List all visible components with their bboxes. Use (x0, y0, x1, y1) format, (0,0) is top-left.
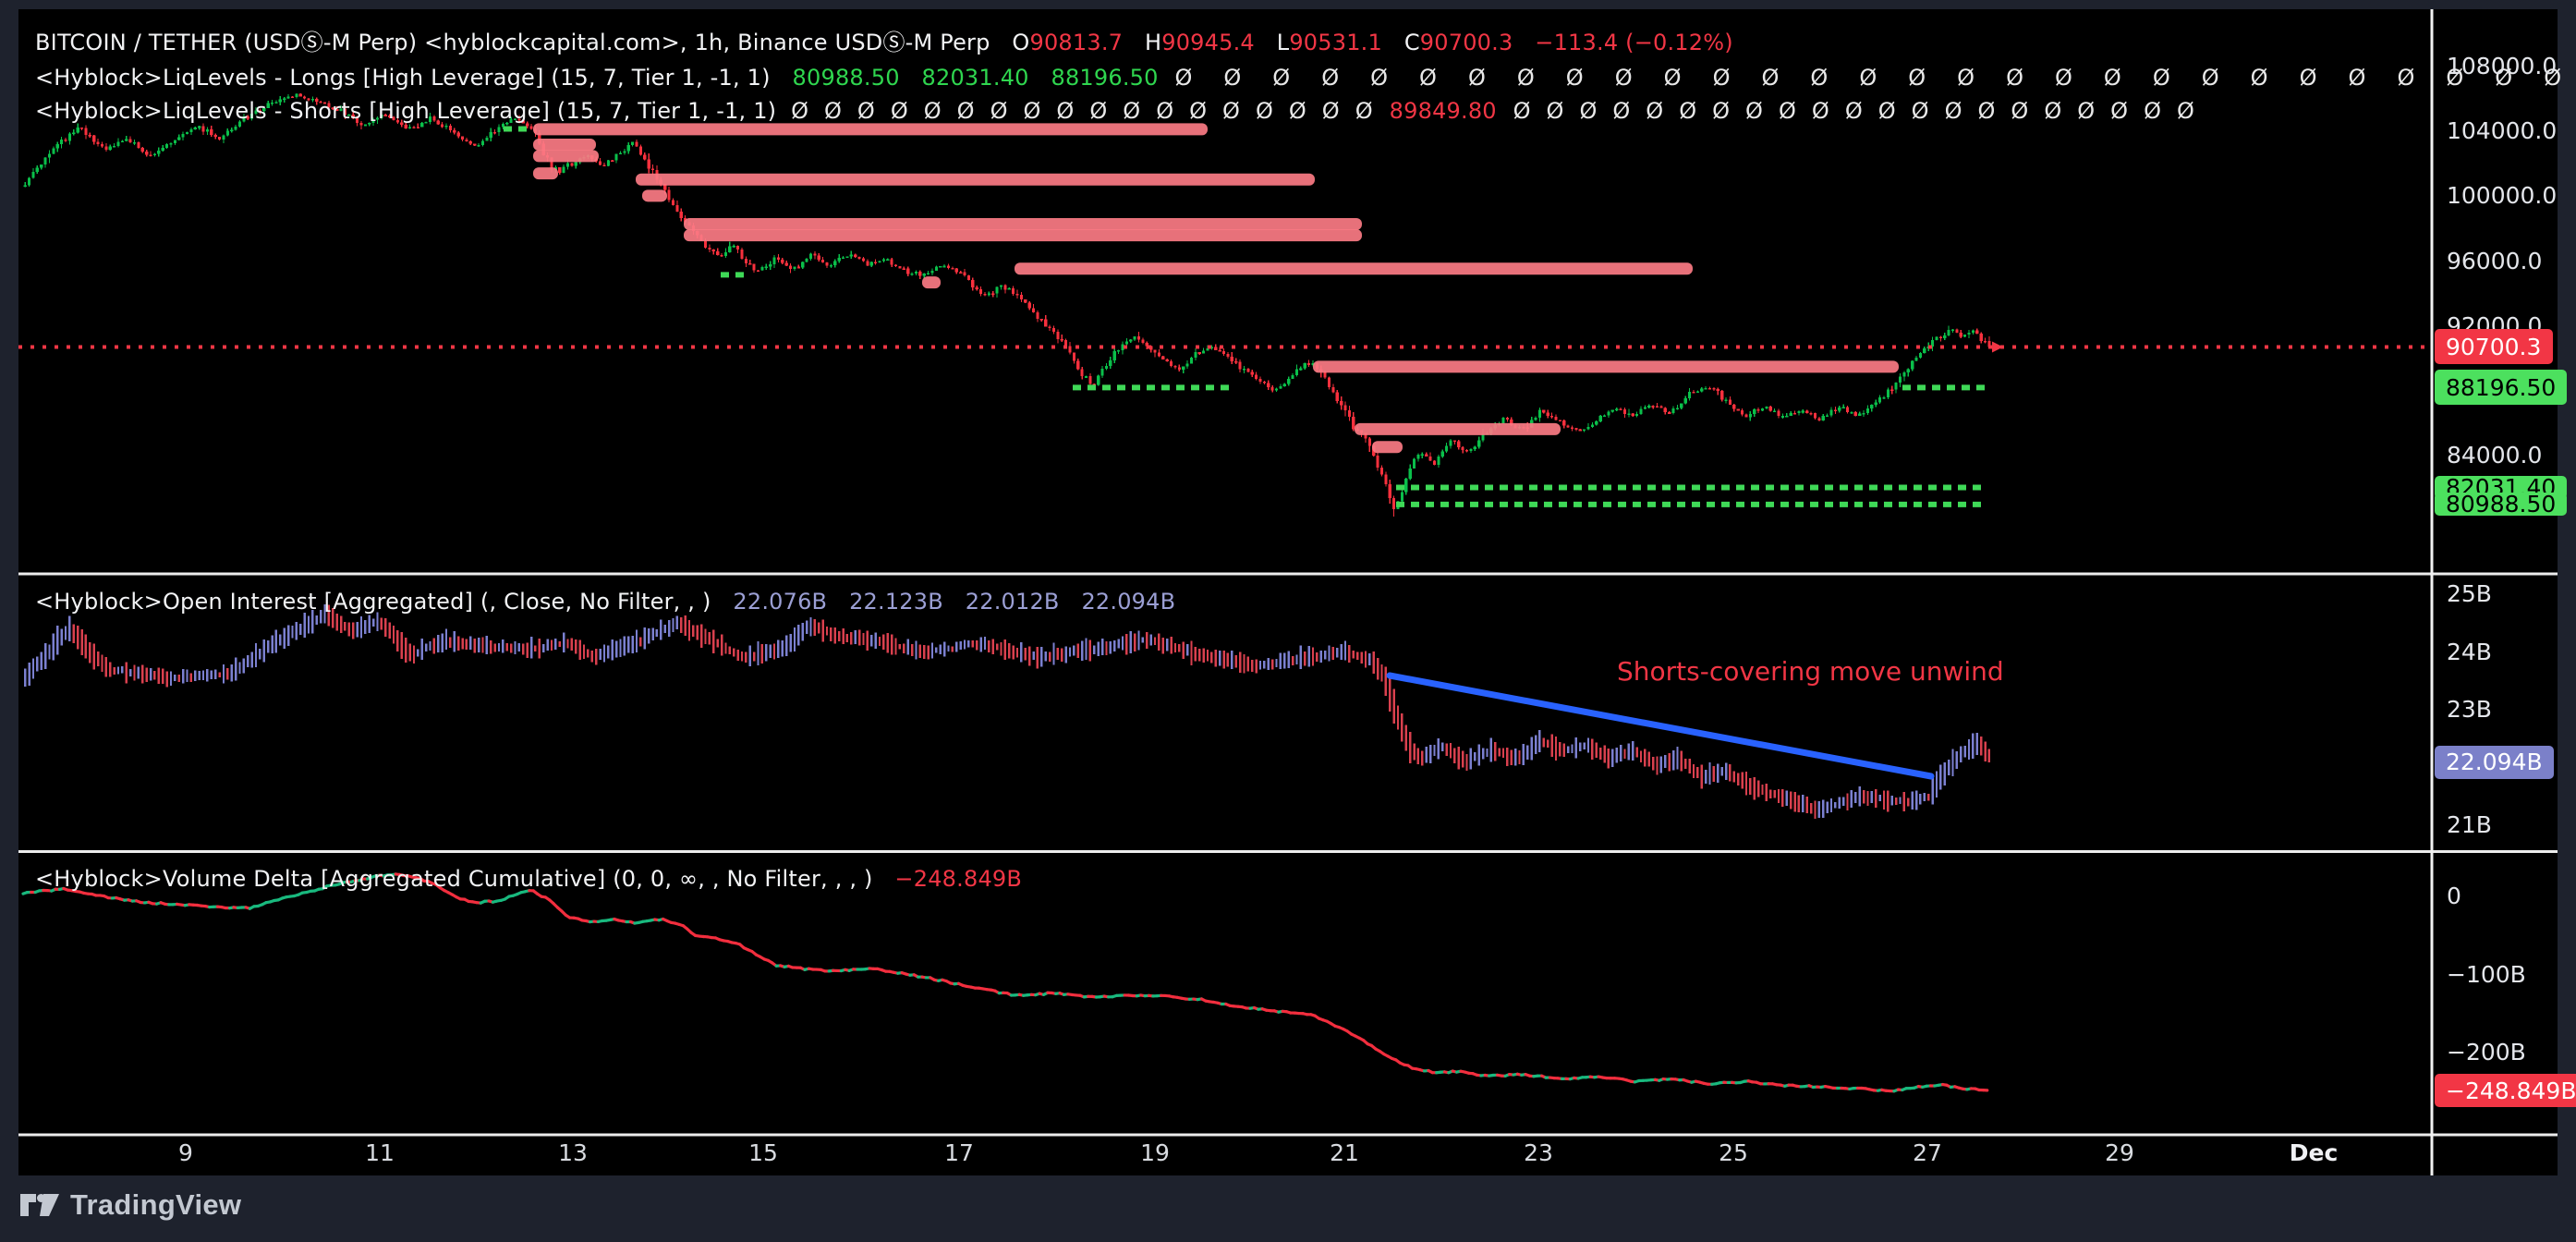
ohlc-high-label: H (1145, 30, 1161, 55)
oi-tick-21B: 21B (2447, 811, 2492, 839)
price-tick-96000.0: 96000.0 (2447, 248, 2542, 275)
legend-liqlevels-shorts-row[interactable]: <Hyblock>LiqLevels - Shorts [High Levera… (35, 97, 2194, 125)
shorts-empty-slots-right: Ø Ø Ø Ø Ø Ø Ø Ø Ø Ø Ø Ø Ø Ø Ø Ø Ø Ø Ø Ø … (1513, 98, 2194, 124)
time-tick-29: 29 (2105, 1139, 2134, 1167)
price-badge-90700.3: 90700.3 (2435, 329, 2553, 364)
legend-symbol-row[interactable]: BITCOIN / TETHER (USDⓈ-M Perp) <hyblockc… (35, 29, 1733, 56)
shorts-empty-slots-left: Ø Ø Ø Ø Ø Ø Ø Ø Ø Ø Ø Ø Ø Ø Ø Ø Ø Ø (791, 98, 1373, 124)
tradingview-logo-icon (20, 1192, 59, 1218)
longs-level-3: 88196.50 (1051, 65, 1158, 91)
ohlc-high-value: 90945.4 (1161, 30, 1255, 55)
volume-delta-title: <Hyblock>Volume Delta [Aggregated Cumula… (35, 866, 873, 892)
vd-tick-−200B: −200B (2447, 1039, 2526, 1066)
change-value: −113.4 (−0.12%) (1535, 30, 1733, 55)
tradingview-logo[interactable]: TradingView (20, 1188, 241, 1222)
ohlc-low-value: 90531.1 (1289, 30, 1382, 55)
tradingview-logo-text: TradingView (70, 1188, 241, 1222)
annotation-shorts-covering-text[interactable]: Shorts-covering move unwind (1617, 656, 2004, 687)
time-tick-9: 9 (178, 1139, 193, 1167)
oi-last-value-badge: 22.094B (2435, 746, 2554, 779)
ohlc-open-value: 90813.7 (1029, 30, 1123, 55)
price-badge-80988.50: 80988.50 (2435, 493, 2567, 516)
vd-tick-−100B: −100B (2447, 961, 2526, 989)
longs-level-1: 80988.50 (793, 65, 900, 91)
legend-volume-delta-row[interactable]: <Hyblock>Volume Delta [Aggregated Cumula… (35, 865, 1022, 893)
price-badge-88196.50: 88196.50 (2435, 370, 2567, 405)
ohlc-close-value: 90700.3 (1420, 30, 1513, 55)
time-tick-Dec: Dec (2290, 1139, 2339, 1167)
time-tick-25: 25 (1719, 1139, 1748, 1167)
time-tick-11: 11 (365, 1139, 395, 1167)
time-tick-15: 15 (748, 1139, 778, 1167)
oi-tick-25B: 25B (2447, 580, 2492, 608)
price-tick-104000.0: 104000.0 (2447, 117, 2557, 145)
ohlc-close-label: C (1404, 30, 1420, 55)
open-interest-title: <Hyblock>Open Interest [Aggregated] (, C… (35, 589, 711, 615)
time-tick-27: 27 (1913, 1139, 1942, 1167)
price-tick-84000.0: 84000.0 (2447, 442, 2542, 469)
time-tick-17: 17 (944, 1139, 974, 1167)
oi-open-value: 22.076B (733, 589, 827, 615)
price-tick-100000.0: 100000.0 (2447, 182, 2557, 210)
volume-delta-value: −248.849B (894, 866, 1022, 892)
symbol-title: BITCOIN / TETHER (USDⓈ-M Perp) <hyblockc… (35, 30, 990, 55)
oi-low-value: 22.012B (966, 589, 1060, 615)
time-tick-21: 21 (1330, 1139, 1359, 1167)
ohlc-open-label: O (1012, 30, 1029, 55)
time-tick-23: 23 (1524, 1139, 1553, 1167)
longs-empty-slots: Ø Ø Ø Ø Ø Ø Ø Ø Ø Ø Ø Ø Ø Ø Ø Ø Ø Ø Ø Ø … (1174, 65, 2576, 91)
oi-tick-23B: 23B (2447, 696, 2492, 724)
oi-high-value: 22.123B (849, 589, 943, 615)
oi-tick-24B: 24B (2447, 639, 2492, 666)
legend-liqlevels-longs-row[interactable]: <Hyblock>LiqLevels - Longs [High Leverag… (35, 64, 2576, 91)
time-tick-13: 13 (558, 1139, 588, 1167)
vd-last-value-badge: −248.849B (2435, 1074, 2576, 1107)
legend-open-interest-row[interactable]: <Hyblock>Open Interest [Aggregated] (, C… (35, 588, 1175, 615)
price-tick-108000.0: 108000.0 (2447, 53, 2557, 80)
ohlc-low-label: L (1277, 30, 1290, 55)
oi-close-value: 22.094B (1081, 589, 1175, 615)
liqlevels-shorts-title: <Hyblock>LiqLevels - Shorts [High Levera… (35, 98, 776, 124)
chart-canvas[interactable] (0, 0, 2576, 1242)
time-tick-19: 19 (1140, 1139, 1170, 1167)
liqlevels-longs-title: <Hyblock>LiqLevels - Longs [High Leverag… (35, 65, 771, 91)
shorts-level-value: 89849.80 (1390, 98, 1497, 124)
vd-tick-0: 0 (2447, 883, 2461, 910)
longs-level-2: 82031.40 (922, 65, 1029, 91)
tradingview-chart-window: BITCOIN / TETHER (USDⓈ-M Perp) <hyblockc… (0, 0, 2576, 1242)
